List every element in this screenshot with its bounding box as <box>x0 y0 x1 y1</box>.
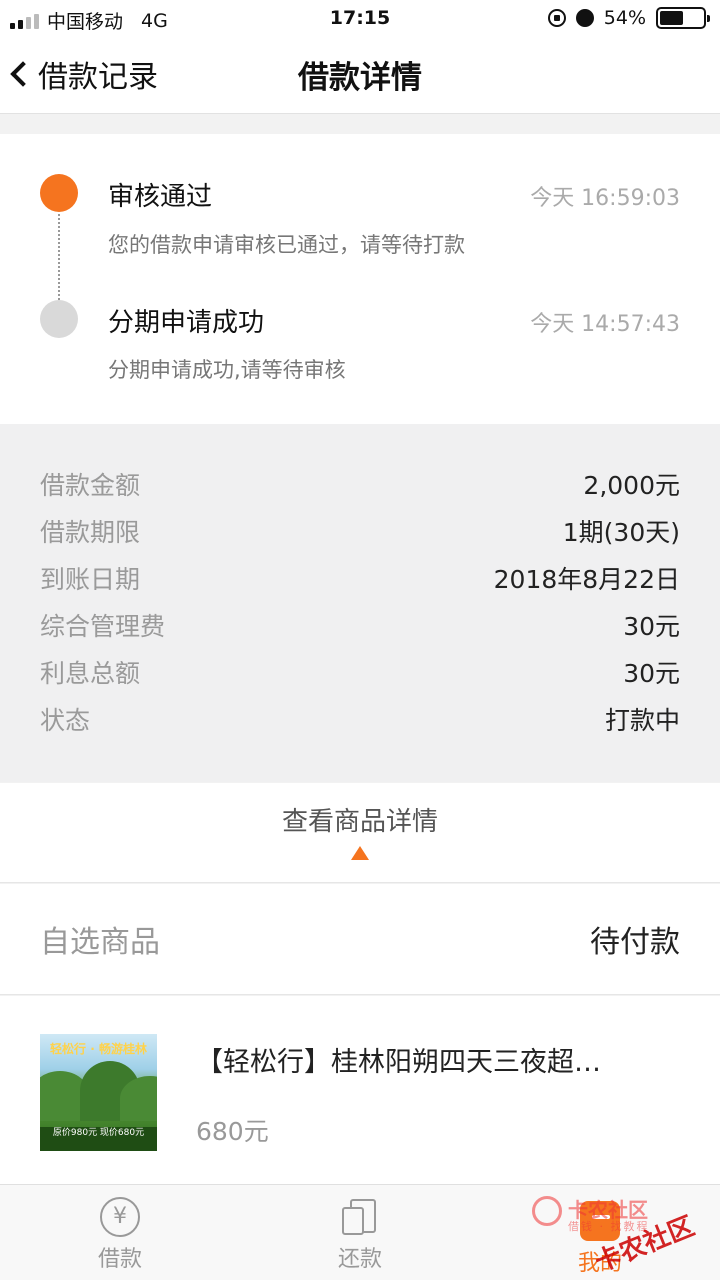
timeline-desc: 您的借款申请审核已通过，请等待打款 <box>108 233 465 257</box>
profile-icon <box>580 1201 620 1241</box>
status-bar: 中国移动 4G 17:15 54% <box>0 0 720 36</box>
tab-label: 我的 <box>577 1251 622 1276</box>
thumbnail-banner: 原价980元 现价680元 <box>40 1127 157 1151</box>
detail-value: 打款中 <box>604 706 680 735</box>
detail-row-arrival-date: 到账日期 2018年8月22日 <box>40 556 680 603</box>
tab-mine[interactable]: 我的 <box>480 1185 720 1280</box>
product-item[interactable]: 轻松行 · 畅游桂林 原价980元 现价680元 【轻松行】桂林阳朔四天三夜超…… <box>0 996 720 1184</box>
detail-value: 30元 <box>623 659 680 688</box>
tab-borrow[interactable]: ¥ 借款 <box>0 1185 240 1280</box>
product-price: 680元 <box>196 1117 269 1146</box>
timeline-connector <box>58 214 60 300</box>
detail-label: 利息总额 <box>40 659 141 688</box>
yen-circle-icon: ¥ <box>100 1197 140 1237</box>
bottom-tab-bar: ¥ 借款 还款 我的 <box>0 1184 720 1280</box>
timeline-dot-active-icon <box>40 174 78 212</box>
product-section-header: 自选商品 待付款 <box>0 884 720 995</box>
detail-label: 状态 <box>40 706 91 735</box>
detail-value: 30元 <box>623 612 680 641</box>
alarm-icon <box>575 9 594 27</box>
detail-value: 1期(30天) <box>562 518 680 547</box>
detail-label: 到账日期 <box>40 565 141 594</box>
thumbnail-headline: 轻松行 · 畅游桂林 <box>50 1042 147 1056</box>
detail-label: 综合管理费 <box>40 612 166 641</box>
detail-row-amount: 借款金额 2,000元 <box>40 462 680 509</box>
tab-repay[interactable]: 还款 <box>240 1185 480 1280</box>
battery-icon <box>656 7 710 29</box>
battery-percent: 54% <box>603 7 646 29</box>
detail-label: 借款金额 <box>40 471 141 500</box>
product-section-label: 自选商品 <box>40 925 160 960</box>
product-thumbnail: 轻松行 · 畅游桂林 原价980元 现价680元 <box>40 1034 157 1151</box>
repay-documents-icon <box>340 1197 380 1237</box>
page-title: 借款详情 <box>298 60 422 96</box>
tab-label: 还款 <box>337 1247 382 1272</box>
loan-details: 借款金额 2,000元 借款期限 1期(30天) 到账日期 2018年8月22日… <box>0 424 720 782</box>
timeline-title: 审核通过 <box>108 182 213 212</box>
view-product-label: 查看商品详情 <box>281 807 438 837</box>
timeline-title: 分期申请成功 <box>108 308 265 338</box>
status-right: 54% <box>547 7 710 29</box>
detail-value: 2,000元 <box>583 471 680 500</box>
timeline-time: 今天 14:57:43 <box>530 312 680 337</box>
triangle-up-icon <box>351 846 369 860</box>
loan-progress-timeline: 审核通过 今天 16:59:03 您的借款申请审核已通过，请等待打款 分期申请成… <box>0 134 720 424</box>
timeline-time: 今天 16:59:03 <box>530 186 680 211</box>
detail-row-term: 借款期限 1期(30天) <box>40 509 680 556</box>
detail-row-status: 状态 打款中 <box>40 697 680 744</box>
tab-label: 借款 <box>97 1247 142 1272</box>
detail-value: 2018年8月22日 <box>493 565 680 594</box>
detail-row-management-fee: 综合管理费 30元 <box>40 603 680 650</box>
payment-status: 待付款 <box>590 925 680 960</box>
timeline-dot-inactive-icon <box>40 300 78 338</box>
navigation-bar: 借款记录 借款详情 <box>0 36 720 114</box>
product-name: 【轻松行】桂林阳朔四天三夜超… <box>196 1047 601 1078</box>
view-product-details-button[interactable]: 查看商品详情 <box>0 783 720 883</box>
detail-row-interest: 利息总额 30元 <box>40 650 680 697</box>
rotation-lock-icon <box>547 9 566 27</box>
detail-label: 借款期限 <box>40 518 141 547</box>
timeline-desc: 分期申请成功,请等待审核 <box>108 358 346 382</box>
